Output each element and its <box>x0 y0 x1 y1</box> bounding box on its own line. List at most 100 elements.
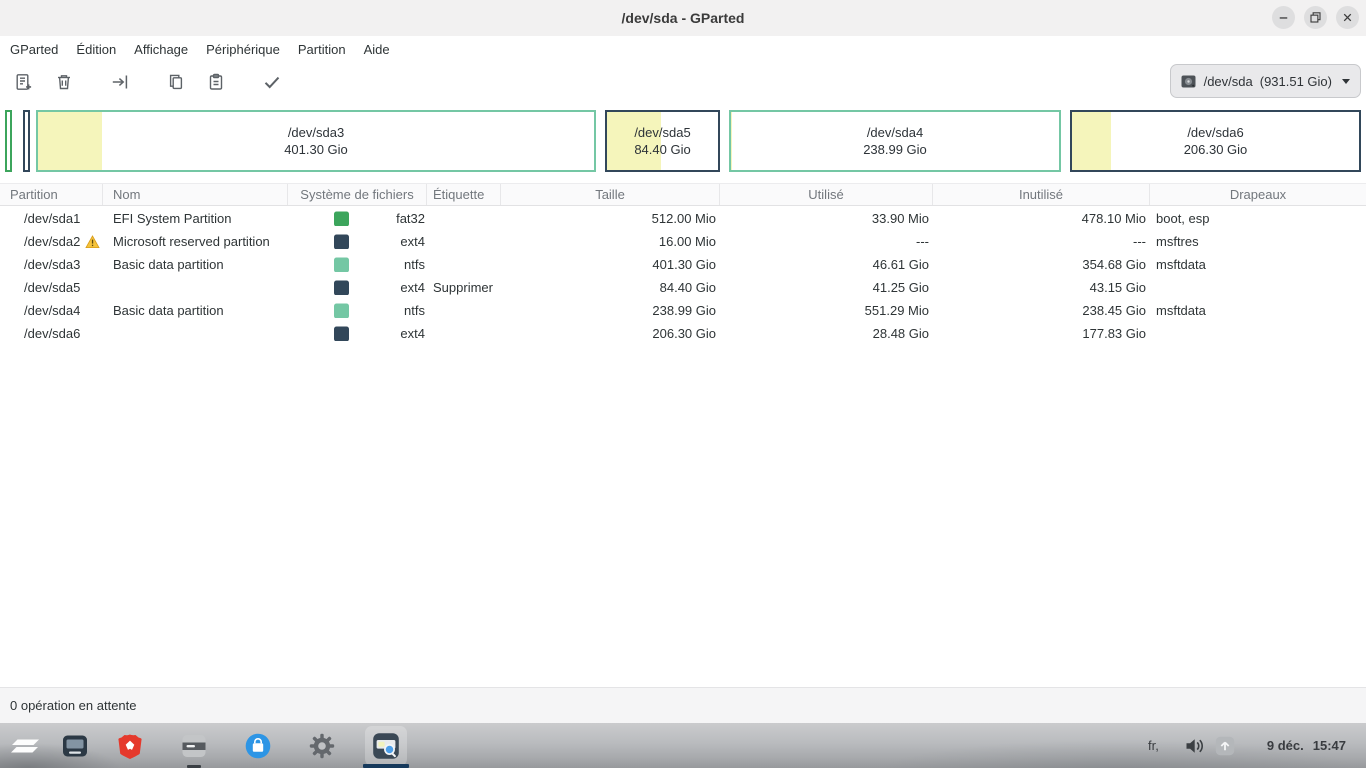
partition-block-sda4[interactable]: /dev/sda4 238.99 Gio <box>729 110 1061 172</box>
settings-gear-icon <box>308 732 336 760</box>
disk-icon <box>1180 73 1197 90</box>
toolbar-separator <box>236 82 252 83</box>
resize-move-button[interactable] <box>100 65 140 99</box>
cell-flags: msftres <box>1150 234 1366 249</box>
device-selector[interactable]: /dev/sda (931.51 Gio) <box>1170 64 1361 98</box>
taskbar-tray: fr, 9 déc. 15:47 <box>1148 723 1366 768</box>
menu-partition[interactable]: Partition <box>289 36 355 62</box>
table-row-sda1[interactable]: /dev/sda1 EFI System Partition fat32 512… <box>0 207 1366 230</box>
restore-icon <box>1308 10 1323 25</box>
partition-block-label: /dev/sda3 401.30 Gio <box>38 112 594 170</box>
cell-size: 401.30 Gio <box>501 257 720 272</box>
files-button[interactable] <box>54 726 96 766</box>
cell-unused: 177.83 Gio <box>933 326 1150 341</box>
partition-block-sda6[interactable]: /dev/sda6 206.30 Gio <box>1070 110 1361 172</box>
chevron-down-icon <box>1342 79 1350 84</box>
cell-partition: /dev/sda6 <box>0 326 103 341</box>
taskbar: fr, 9 déc. 15:47 <box>0 723 1366 768</box>
partition-block-sda1[interactable] <box>5 110 12 172</box>
new-partition-button[interactable] <box>4 65 44 99</box>
desktop-screen: /dev/sda - GParted GParted Édition Affic… <box>0 0 1366 768</box>
toolbar-separator <box>84 82 100 83</box>
cell-label: Supprimer <box>427 280 501 295</box>
minimize-icon <box>1276 10 1291 25</box>
cell-partition: /dev/sda4 <box>0 303 103 318</box>
paste-button[interactable] <box>196 65 236 99</box>
partition-block-sda2[interactable] <box>23 110 30 172</box>
column-header-systeme[interactable]: Système de fichiers <box>288 184 427 205</box>
partition-device: /dev/sda4 <box>867 124 923 141</box>
menubar: GParted Édition Affichage Périphérique P… <box>0 36 1366 62</box>
minimize-button[interactable] <box>1272 6 1295 29</box>
partition-device: /dev/sda3 <box>288 124 344 141</box>
fs-color-swatch <box>334 303 349 318</box>
cell-used: 41.25 Gio <box>720 280 933 295</box>
table-row-sda3[interactable]: /dev/sda3 Basic data partition ntfs 401.… <box>0 253 1366 276</box>
brave-browser-button[interactable] <box>109 726 151 766</box>
column-header-nom[interactable]: Nom <box>103 184 288 205</box>
partition-block-label: /dev/sda6 206.30 Gio <box>1072 112 1359 170</box>
cell-filesystem: ext4 <box>288 280 427 295</box>
zorin-menu-icon <box>8 729 42 763</box>
delete-partition-button[interactable] <box>44 65 84 99</box>
menu-edition[interactable]: Édition <box>67 36 125 62</box>
clock-date: 9 déc. <box>1267 738 1304 753</box>
column-header-etiquette[interactable]: Étiquette <box>427 184 501 205</box>
partition-bar: /dev/sda3 401.30 Gio /dev/sda5 84.40 Gio… <box>5 110 1361 172</box>
column-header-inutilise[interactable]: Inutilisé <box>933 184 1150 205</box>
column-header-drapeaux[interactable]: Drapeaux <box>1150 184 1366 205</box>
partition-size: 401.30 Gio <box>284 141 348 158</box>
software-store-button[interactable] <box>237 726 279 766</box>
software-store-icon <box>244 732 272 760</box>
gparted-taskbar-button[interactable] <box>365 726 407 766</box>
device-selector-size: (931.51 Gio) <box>1260 74 1332 89</box>
clock-time: 15:47 <box>1313 738 1346 753</box>
apply-button[interactable] <box>252 65 292 99</box>
table-row-sda5[interactable]: /dev/sda5 ext4 Supprimer 84.40 Gio 41.25… <box>0 276 1366 299</box>
cell-size: 512.00 Mio <box>501 211 720 226</box>
menu-aide[interactable]: Aide <box>355 36 399 62</box>
warning-icon <box>85 235 100 249</box>
window-title: /dev/sda - GParted <box>622 10 745 26</box>
volume-icon[interactable] <box>1185 737 1206 755</box>
settings-button[interactable] <box>301 726 343 766</box>
cell-flags: boot, esp <box>1150 211 1366 226</box>
column-header-partition[interactable]: Partition <box>0 184 103 205</box>
partition-block-sda5[interactable]: /dev/sda5 84.40 Gio <box>605 110 720 172</box>
cell-size: 16.00 Mio <box>501 234 720 249</box>
menu-peripherique[interactable]: Périphérique <box>197 36 289 62</box>
fs-color-swatch <box>334 211 349 226</box>
table-row-sda2[interactable]: /dev/sda2 Microsoft reserved partition e… <box>0 230 1366 253</box>
cell-used: --- <box>720 234 933 249</box>
copy-button[interactable] <box>156 65 196 99</box>
close-button[interactable] <box>1336 6 1359 29</box>
status-bar: 0 opération en attente <box>0 687 1366 723</box>
tray-arrow-icon[interactable] <box>1215 736 1235 756</box>
cell-size: 84.40 Gio <box>501 280 720 295</box>
partition-device: /dev/sda5 <box>634 124 690 141</box>
fs-color-swatch <box>334 234 349 249</box>
new-partition-icon <box>14 72 34 92</box>
table-row-sda4[interactable]: /dev/sda4 Basic data partition ntfs 238.… <box>0 299 1366 322</box>
zorin-menu-button[interactable] <box>4 726 46 766</box>
partition-size: 84.40 Gio <box>634 141 690 158</box>
close-icon <box>1340 10 1355 25</box>
keyboard-layout-indicator[interactable]: fr, <box>1148 738 1159 753</box>
partition-block-sda3[interactable]: /dev/sda3 401.30 Gio <box>36 110 596 172</box>
terminal-button[interactable] <box>173 726 215 766</box>
taskbar-launchers <box>0 723 407 768</box>
partition-block-label: /dev/sda4 238.99 Gio <box>731 112 1059 170</box>
clock[interactable]: 9 déc. 15:47 <box>1267 738 1346 753</box>
cell-filesystem: ntfs <box>288 303 427 318</box>
cell-partition: /dev/sda1 <box>0 211 103 226</box>
column-header-taille[interactable]: Taille <box>501 184 720 205</box>
restore-button[interactable] <box>1304 6 1327 29</box>
menu-gparted[interactable]: GParted <box>1 36 67 62</box>
column-header-utilise[interactable]: Utilisé <box>720 184 933 205</box>
table-row-sda6[interactable]: /dev/sda6 ext4 206.30 Gio 28.48 Gio 177.… <box>0 322 1366 345</box>
cell-partition: /dev/sda5 <box>0 280 103 295</box>
partition-device: /dev/sda6 <box>1187 124 1243 141</box>
copy-icon <box>166 72 186 92</box>
menu-affichage[interactable]: Affichage <box>125 36 197 62</box>
partition-size: 206.30 Gio <box>1184 141 1248 158</box>
